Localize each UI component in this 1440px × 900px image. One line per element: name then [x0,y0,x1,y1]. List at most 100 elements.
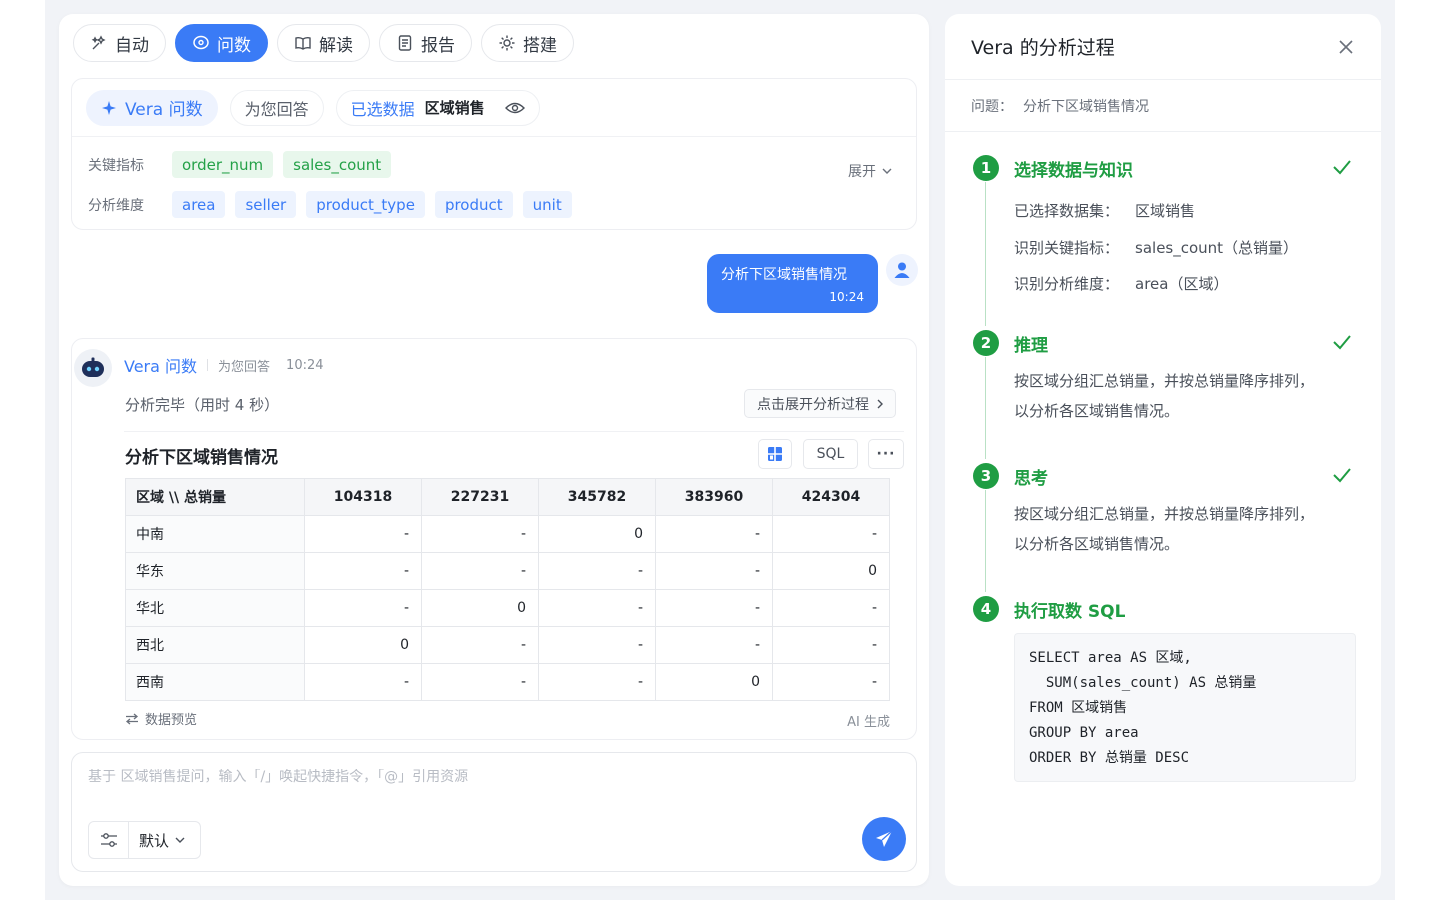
tab-report[interactable]: 报告 [379,24,472,62]
step-title: 选择数据与知识 [1014,161,1133,181]
table-cell: 0 [772,552,890,590]
table-row: 中南 - - 0 - - [125,515,890,553]
result-title: 分析下区域销售情况 [125,448,278,468]
selected-data-pill[interactable]: 已选数据 区域销售 [335,89,540,126]
gear-icon [499,35,515,51]
detail-key: 已选择数据集： [1014,202,1120,220]
page-margin-right [1395,0,1440,900]
transfer-icon [125,713,139,724]
table-header-cell: 383960 [655,478,773,516]
tab-interpret-label: 解读 [319,35,353,56]
sql-line: FROM 区域销售 [1029,700,1128,716]
ai-generated-label: AI 生成 [847,715,890,730]
more-options-button[interactable]: ··· [868,439,904,469]
bot-avatar [74,349,112,387]
send-button[interactable] [862,817,906,861]
auto-icon [91,35,106,50]
context-header: Vera 问数 为您回答 已选数据 区域销售 [72,79,916,137]
table-cell: 西南 [125,663,305,701]
metric-tag[interactable]: sales_count [283,151,392,178]
dimension-tag[interactable]: product [434,191,513,218]
step-description-line: 按区域分组汇总销量，并按总销量降序排列， [1014,372,1315,390]
sparkle-icon [102,100,116,115]
sql-button[interactable]: SQL [803,439,858,469]
chevron-down-icon [882,168,892,174]
dimension-tag[interactable]: area [172,191,226,218]
sql-line: GROUP BY area [1029,725,1139,741]
dimension-tag[interactable]: product_type [306,191,425,218]
table-cell: - [304,515,422,553]
sql-code-block: SELECT area AS 区域, SUM(sales_count) AS 总… [1014,633,1356,782]
table-cell: 0 [421,589,539,627]
tab-build[interactable]: 搭建 [481,24,574,62]
tab-build-label: 搭建 [523,35,557,56]
bot-name: Vera 问数 [124,357,198,376]
table-cell: 西北 [125,626,305,664]
divider [207,359,209,371]
tab-ask-data[interactable]: 问数 [175,24,268,62]
chart-toggle-button[interactable] [758,439,792,469]
step-number: 1 [973,155,999,181]
table-cell: 0 [655,663,773,701]
question-text: 分析下区域销售情况 [1023,98,1149,115]
dimension-tag[interactable]: seller [235,191,297,218]
table-header-cell: 104318 [304,478,422,516]
data-preview-link[interactable]: 数据预览 [125,709,197,728]
expand-toggle[interactable]: 展开 [848,161,892,181]
tab-ask-data-label: 问数 [217,35,251,56]
table-cell: - [655,515,773,553]
expand-analysis-button[interactable]: 点击展开分析过程 [744,389,896,418]
expand-label: 展开 [848,164,876,180]
table-header-cell: 345782 [538,478,656,516]
divider [124,431,904,432]
check-icon [1333,468,1351,483]
table-row: 西南 - - - 0 - [125,663,890,701]
dimension-tag[interactable]: unit [522,191,572,218]
answer-time: 10:24 [286,357,324,373]
table-cell: - [772,589,890,627]
book-icon [295,36,311,50]
detail-key: 识别关键指标： [1014,239,1120,257]
analysis-status: 分析完毕（用时 4 秒） [125,396,280,414]
analysis-process-panel: Vera 的分析过程 问题： 分析下区域销售情况 1 选择数据与知识 已选择数据… [945,14,1381,886]
table-cell: - [772,515,890,553]
table-cell: - [421,552,539,590]
timeline-line [985,182,986,326]
model-selector[interactable]: 默认 [88,821,201,859]
send-icon [876,830,893,847]
timeline-line [985,490,986,592]
tab-auto[interactable]: 自动 [73,24,166,62]
chevron-down-icon [175,837,185,843]
metrics-label: 关键指标 [88,157,144,174]
table-cell: - [655,552,773,590]
check-icon [1333,160,1351,175]
chat-input[interactable] [88,769,788,785]
expand-analysis-label: 点击展开分析过程 [757,396,869,413]
table-row: 华东 - - - - 0 [125,552,890,590]
user-avatar [886,254,918,286]
step-description-line: 按区域分组汇总销量，并按总销量降序排列， [1014,505,1315,523]
user-message-time: 10:24 [829,290,864,304]
answer-for-you-pill[interactable]: 为您回答 [229,89,324,126]
answer-for-you-label: 为您回答 [244,99,309,119]
table-cell: - [304,589,422,627]
close-button[interactable] [1335,36,1357,58]
answer-card: Vera 问数 为您回答 10:24 分析完毕（用时 4 秒） 点击展开分析过程… [71,338,917,740]
eye-icon[interactable] [504,101,525,115]
step-description: 按区域分组汇总销量，并按总销量降序排列， 以分析各区域销售情况。 [1014,499,1344,559]
vera-mode-pill[interactable]: Vera 问数 [86,89,218,126]
table-cell: 华北 [125,589,305,627]
table-cell: - [538,589,656,627]
chat-panel: 自动 问数 解读 报告 搭建 Vera 问数 为您回答 已选数据 区域销售 关键… [59,14,929,886]
table-cell: - [538,552,656,590]
data-preview-label: 数据预览 [145,713,198,728]
context-card: Vera 问数 为您回答 已选数据 区域销售 关键指标 order_num sa… [71,78,917,230]
chat-bubble-icon [193,35,209,50]
table-header-cell: 227231 [421,478,539,516]
robot-icon [82,357,104,377]
detail-key: 识别分析维度： [1014,275,1120,293]
metric-tag[interactable]: order_num [172,151,274,178]
close-icon [1339,40,1353,54]
tab-interpret[interactable]: 解读 [277,24,370,62]
table-cell: 0 [538,515,656,553]
